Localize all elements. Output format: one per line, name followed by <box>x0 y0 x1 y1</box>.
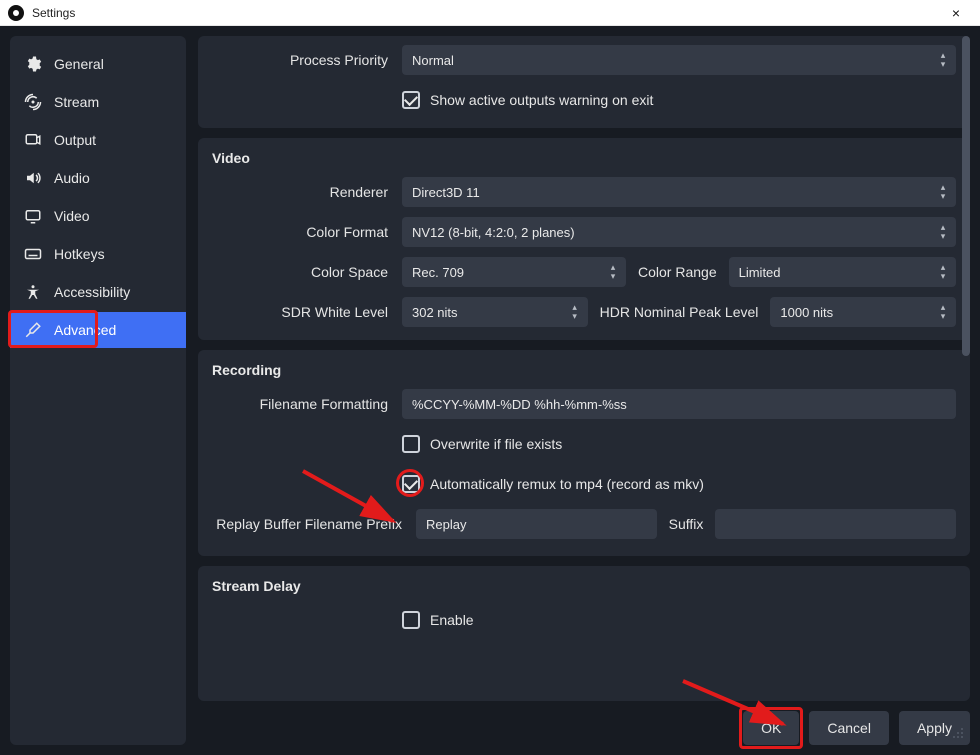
sidebar-item-label: Stream <box>54 94 99 110</box>
accessibility-icon <box>24 283 42 301</box>
panel-video: Video Renderer Direct3D 11 Color Format … <box>198 138 970 340</box>
select-renderer[interactable]: Direct3D 11 <box>402 177 956 207</box>
input-filename-format[interactable]: %CCYY-%MM-%DD %hh-%mm-%ss <box>402 389 956 419</box>
select-color-space[interactable]: Rec. 709 <box>402 257 626 287</box>
titlebar: Settings × <box>0 0 980 26</box>
label-suffix: Suffix <box>669 516 704 532</box>
chevron-updown-icon <box>934 261 952 283</box>
label-color-range: Color Range <box>638 264 717 280</box>
sidebar-item-label: General <box>54 56 104 72</box>
spinner-hdr-peak[interactable]: 1000 nits <box>770 297 956 327</box>
sidebar-item-label: Audio <box>54 170 90 186</box>
sidebar-item-label: Accessibility <box>54 284 130 300</box>
annotation-highlight <box>739 707 803 749</box>
sidebar-item-label: Video <box>54 208 90 224</box>
checkbox-stream-delay-enable[interactable] <box>402 611 420 629</box>
select-process-priority[interactable]: Normal <box>402 45 956 75</box>
label-overwrite: Overwrite if file exists <box>430 436 562 452</box>
checkbox-overwrite[interactable] <box>402 435 420 453</box>
sidebar-item-accessibility[interactable]: Accessibility <box>10 274 186 310</box>
window-body: General Stream Output Audio Video <box>0 26 980 755</box>
label-show-active-outputs: Show active outputs warning on exit <box>430 92 653 108</box>
panel-general-partial: Process Priority Normal Show active outp… <box>198 36 970 128</box>
scrollbar-thumb[interactable] <box>962 36 970 356</box>
panel-recording: Recording Filename Formatting %CCYY-%MM-… <box>198 350 970 556</box>
broadcast-icon <box>24 93 42 111</box>
panel-title-video: Video <box>212 150 956 166</box>
sidebar-item-general[interactable]: General <box>10 46 186 82</box>
sidebar-item-label: Output <box>54 132 96 148</box>
label-filename-format: Filename Formatting <box>212 396 388 412</box>
label-stream-delay-enable: Enable <box>430 612 474 628</box>
gear-icon <box>24 55 42 73</box>
spinner-sdr-white[interactable]: 302 nits <box>402 297 588 327</box>
label-auto-remux: Automatically remux to mp4 (record as mk… <box>430 476 704 492</box>
panel-stream-delay: Stream Delay Enable <box>198 566 970 701</box>
sidebar-item-stream[interactable]: Stream <box>10 84 186 120</box>
settings-main: Process Priority Normal Show active outp… <box>198 36 970 745</box>
sidebar-item-hotkeys[interactable]: Hotkeys <box>10 236 186 272</box>
annotation-circle <box>396 469 424 497</box>
audio-icon <box>24 169 42 187</box>
select-color-range[interactable]: Limited <box>729 257 956 287</box>
sidebar-item-audio[interactable]: Audio <box>10 160 186 196</box>
chevron-updown-icon <box>604 261 622 283</box>
select-color-format[interactable]: NV12 (8-bit, 4:2:0, 2 planes) <box>402 217 956 247</box>
spinner-updown-icon[interactable] <box>934 301 952 323</box>
settings-scroll-area: Process Priority Normal Show active outp… <box>198 36 970 701</box>
sidebar-item-label: Hotkeys <box>54 246 105 262</box>
dialog-buttons: OK Cancel Apply <box>198 701 970 745</box>
chevron-updown-icon <box>934 221 952 243</box>
monitor-icon <box>24 207 42 225</box>
sidebar: General Stream Output Audio Video <box>10 36 186 745</box>
cancel-button[interactable]: Cancel <box>809 711 889 745</box>
chevron-updown-icon <box>934 49 952 71</box>
chevron-updown-icon <box>934 181 952 203</box>
window-title: Settings <box>32 6 934 20</box>
panel-title-stream-delay: Stream Delay <box>212 578 956 594</box>
sidebar-item-video[interactable]: Video <box>10 198 186 234</box>
keyboard-icon <box>24 245 42 263</box>
annotation-highlight <box>8 310 98 348</box>
sidebar-item-advanced[interactable]: Advanced <box>10 312 186 348</box>
output-icon <box>24 131 42 149</box>
label-sdr-white: SDR White Level <box>212 304 388 320</box>
input-replay-prefix[interactable]: Replay <box>416 509 657 539</box>
label-color-space: Color Space <box>212 264 388 280</box>
label-process-priority: Process Priority <box>212 52 388 68</box>
vertical-scrollbar[interactable] <box>962 36 970 631</box>
spinner-updown-icon[interactable] <box>566 301 584 323</box>
close-button[interactable]: × <box>934 0 978 26</box>
app-icon <box>8 5 24 21</box>
resize-grip-icon[interactable] <box>950 725 964 739</box>
panel-title-recording: Recording <box>212 362 956 378</box>
label-hdr-peak: HDR Nominal Peak Level <box>600 304 759 320</box>
checkbox-show-active-outputs[interactable] <box>402 91 420 109</box>
input-suffix[interactable] <box>715 509 956 539</box>
label-renderer: Renderer <box>212 184 388 200</box>
label-replay-prefix: Replay Buffer Filename Prefix <box>212 516 402 532</box>
sidebar-item-output[interactable]: Output <box>10 122 186 158</box>
label-color-format: Color Format <box>212 224 388 240</box>
